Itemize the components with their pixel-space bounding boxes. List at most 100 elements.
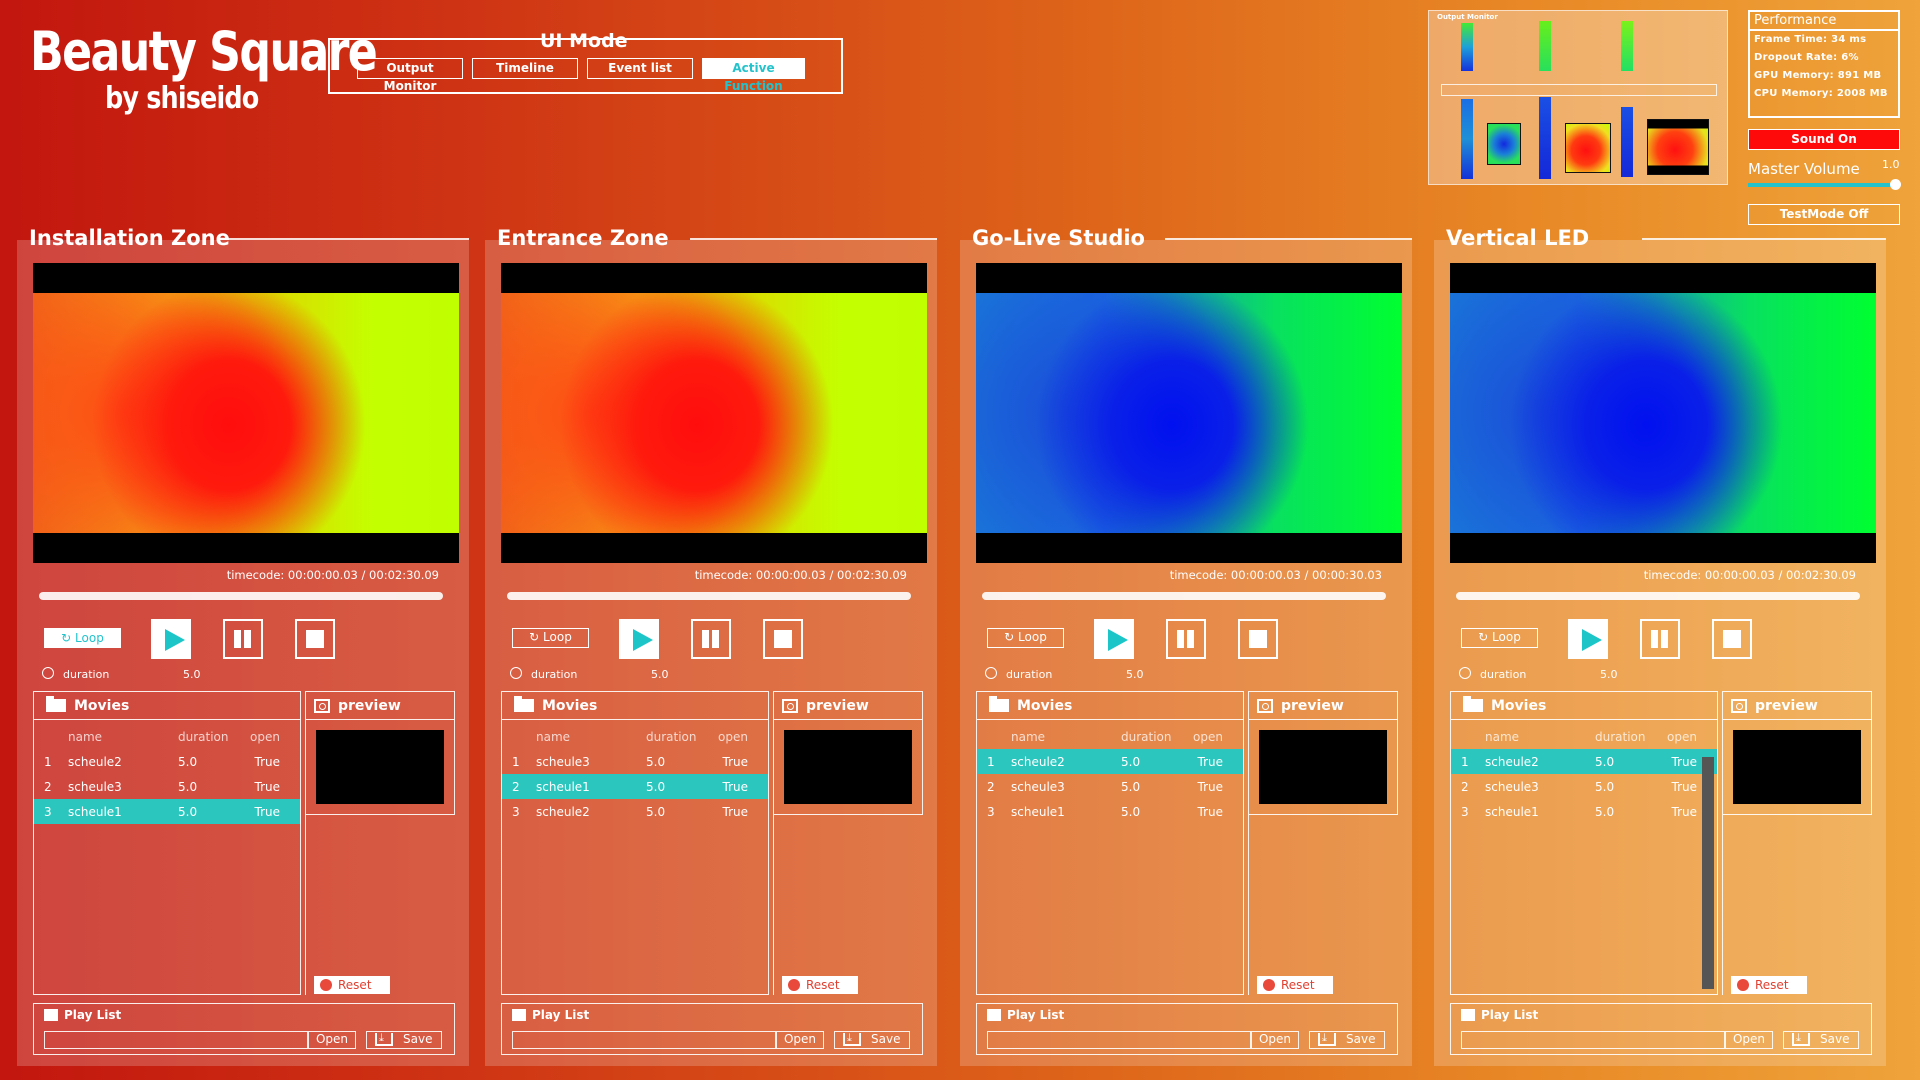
table-row[interactable]: 1 scheule2 5.0 True bbox=[34, 749, 300, 774]
duration-value[interactable]: 5.0 bbox=[183, 668, 201, 681]
row-duration: 5.0 bbox=[178, 804, 198, 819]
playlist-path-input[interactable] bbox=[512, 1031, 776, 1049]
table-row[interactable]: 1 scheule2 5.0 True bbox=[977, 749, 1243, 774]
active-function-mode-button[interactable]: Active Function bbox=[702, 58, 805, 93]
loop-button[interactable]: ↻ Loop bbox=[987, 628, 1064, 648]
save-icon bbox=[843, 1030, 861, 1046]
preview-header: preview bbox=[1249, 692, 1397, 720]
pause-button[interactable] bbox=[1166, 619, 1206, 659]
video-frame bbox=[501, 293, 927, 533]
movies-panel: Movies name duration open 1 scheule2 5.0 Tr… bbox=[33, 691, 301, 995]
playlist-save-button[interactable]: Save bbox=[834, 1030, 910, 1049]
playlist-open-button[interactable]: Open bbox=[1725, 1031, 1773, 1049]
playlist-save-button[interactable]: Save bbox=[1783, 1030, 1859, 1049]
stop-button[interactable] bbox=[1238, 619, 1278, 659]
master-volume-knob[interactable] bbox=[1890, 179, 1901, 190]
table-row[interactable]: 3 scheule2 5.0 True bbox=[502, 799, 768, 824]
loop-button[interactable]: ↻ Loop bbox=[1461, 628, 1538, 648]
video-player[interactable] bbox=[1450, 263, 1876, 563]
playlist-save-button[interactable]: Save bbox=[366, 1030, 442, 1049]
open-column-header: open bbox=[1667, 729, 1697, 744]
movies-panel: Movies name duration open 1 scheule2 5.0 Tr… bbox=[1450, 691, 1718, 995]
brand-title: Beauty Square bbox=[30, 20, 378, 83]
play-button[interactable] bbox=[1094, 619, 1134, 659]
seek-bar[interactable] bbox=[982, 592, 1386, 600]
movies-panel: Movies name duration open 1 scheule2 5.0 Tr… bbox=[976, 691, 1244, 995]
row-duration: 5.0 bbox=[1595, 754, 1615, 769]
output-monitor-mode-button[interactable]: Output Monitor bbox=[357, 58, 463, 93]
preview-panel: preview bbox=[1248, 691, 1398, 815]
movies-scrollbar[interactable] bbox=[1702, 757, 1714, 989]
table-row[interactable]: 3 scheule1 5.0 True bbox=[1451, 799, 1717, 824]
playlist-icon bbox=[44, 1009, 58, 1021]
preview-divider bbox=[305, 815, 455, 995]
row-name: scheule3 bbox=[1485, 779, 1539, 794]
table-row[interactable]: 3 scheule1 5.0 True bbox=[977, 799, 1243, 824]
movies-header: Movies bbox=[977, 692, 1243, 720]
table-row[interactable]: 2 scheule3 5.0 True bbox=[977, 774, 1243, 799]
table-row[interactable]: 2 scheule1 5.0 True bbox=[502, 774, 768, 799]
play-icon bbox=[165, 629, 185, 651]
pause-button[interactable] bbox=[691, 619, 731, 659]
play-button[interactable] bbox=[151, 619, 191, 659]
duration-column-header: duration bbox=[178, 729, 229, 744]
timecode-label: timecode: 00:00:00.03 / 00:02:30.09 bbox=[226, 568, 439, 582]
stop-button[interactable] bbox=[295, 619, 335, 659]
duration-value[interactable]: 5.0 bbox=[1126, 668, 1144, 681]
folder-icon bbox=[46, 696, 66, 712]
playlist-save-button[interactable]: Save bbox=[1309, 1030, 1385, 1049]
sound-toggle-button[interactable]: Sound On bbox=[1748, 129, 1900, 150]
duration-label: duration bbox=[1480, 668, 1527, 681]
preview-panel: preview bbox=[305, 691, 455, 815]
table-row[interactable]: 2 scheule3 5.0 True bbox=[1451, 774, 1717, 799]
test-mode-button[interactable]: TestMode Off bbox=[1748, 204, 1900, 225]
row-duration: 5.0 bbox=[178, 754, 198, 769]
playlist-path-input[interactable] bbox=[1461, 1031, 1725, 1049]
seek-bar[interactable] bbox=[39, 592, 443, 600]
timeline-mode-button[interactable]: Timeline bbox=[472, 58, 578, 79]
table-row[interactable]: 1 scheule3 5.0 True bbox=[502, 749, 768, 774]
save-label: Save bbox=[1820, 1032, 1850, 1046]
reset-button[interactable]: Reset bbox=[1257, 976, 1333, 994]
reset-button[interactable]: Reset bbox=[782, 976, 858, 994]
level-meter bbox=[1539, 97, 1551, 179]
video-player[interactable] bbox=[976, 263, 1402, 563]
playlist-path-input[interactable] bbox=[987, 1031, 1251, 1049]
loop-button[interactable]: ↻ Loop bbox=[512, 628, 589, 648]
reset-button[interactable]: Reset bbox=[1731, 976, 1807, 994]
playlist-icon bbox=[1461, 1009, 1475, 1021]
timecode-label: timecode: 00:00:00.03 / 00:02:30.09 bbox=[694, 568, 907, 582]
event-list-mode-button[interactable]: Event list bbox=[587, 58, 693, 79]
playlist-open-button[interactable]: Open bbox=[308, 1031, 356, 1049]
play-button[interactable] bbox=[619, 619, 659, 659]
preview-divider bbox=[1722, 815, 1872, 995]
playlist-open-button[interactable]: Open bbox=[776, 1031, 824, 1049]
table-row[interactable]: 1 scheule2 5.0 True bbox=[1451, 749, 1717, 774]
playlist-path-input[interactable] bbox=[44, 1031, 308, 1049]
row-open: True bbox=[722, 754, 749, 769]
video-player[interactable] bbox=[501, 263, 927, 563]
reset-label: Reset bbox=[338, 978, 372, 992]
play-button[interactable] bbox=[1568, 619, 1608, 659]
reset-button[interactable]: Reset bbox=[314, 976, 390, 994]
master-volume-slider[interactable] bbox=[1748, 183, 1896, 187]
preview-divider bbox=[773, 815, 923, 995]
save-icon bbox=[1318, 1030, 1336, 1046]
row-name: scheule2 bbox=[68, 754, 122, 769]
seek-bar[interactable] bbox=[507, 592, 911, 600]
stop-button[interactable] bbox=[763, 619, 803, 659]
video-frame bbox=[976, 293, 1402, 533]
table-row[interactable]: 3 scheule1 5.0 True bbox=[34, 799, 300, 824]
duration-value[interactable]: 5.0 bbox=[1600, 668, 1618, 681]
loop-button[interactable]: ↻ Loop bbox=[44, 628, 121, 648]
folder-icon bbox=[1463, 696, 1483, 712]
video-player[interactable] bbox=[33, 263, 459, 563]
playlist-open-button[interactable]: Open bbox=[1251, 1031, 1299, 1049]
duration-value[interactable]: 5.0 bbox=[651, 668, 669, 681]
table-row[interactable]: 2 scheule3 5.0 True bbox=[34, 774, 300, 799]
stop-button[interactable] bbox=[1712, 619, 1752, 659]
pause-button[interactable] bbox=[223, 619, 263, 659]
seek-bar[interactable] bbox=[1456, 592, 1860, 600]
pause-button[interactable] bbox=[1640, 619, 1680, 659]
name-column-header: name bbox=[1011, 729, 1046, 744]
